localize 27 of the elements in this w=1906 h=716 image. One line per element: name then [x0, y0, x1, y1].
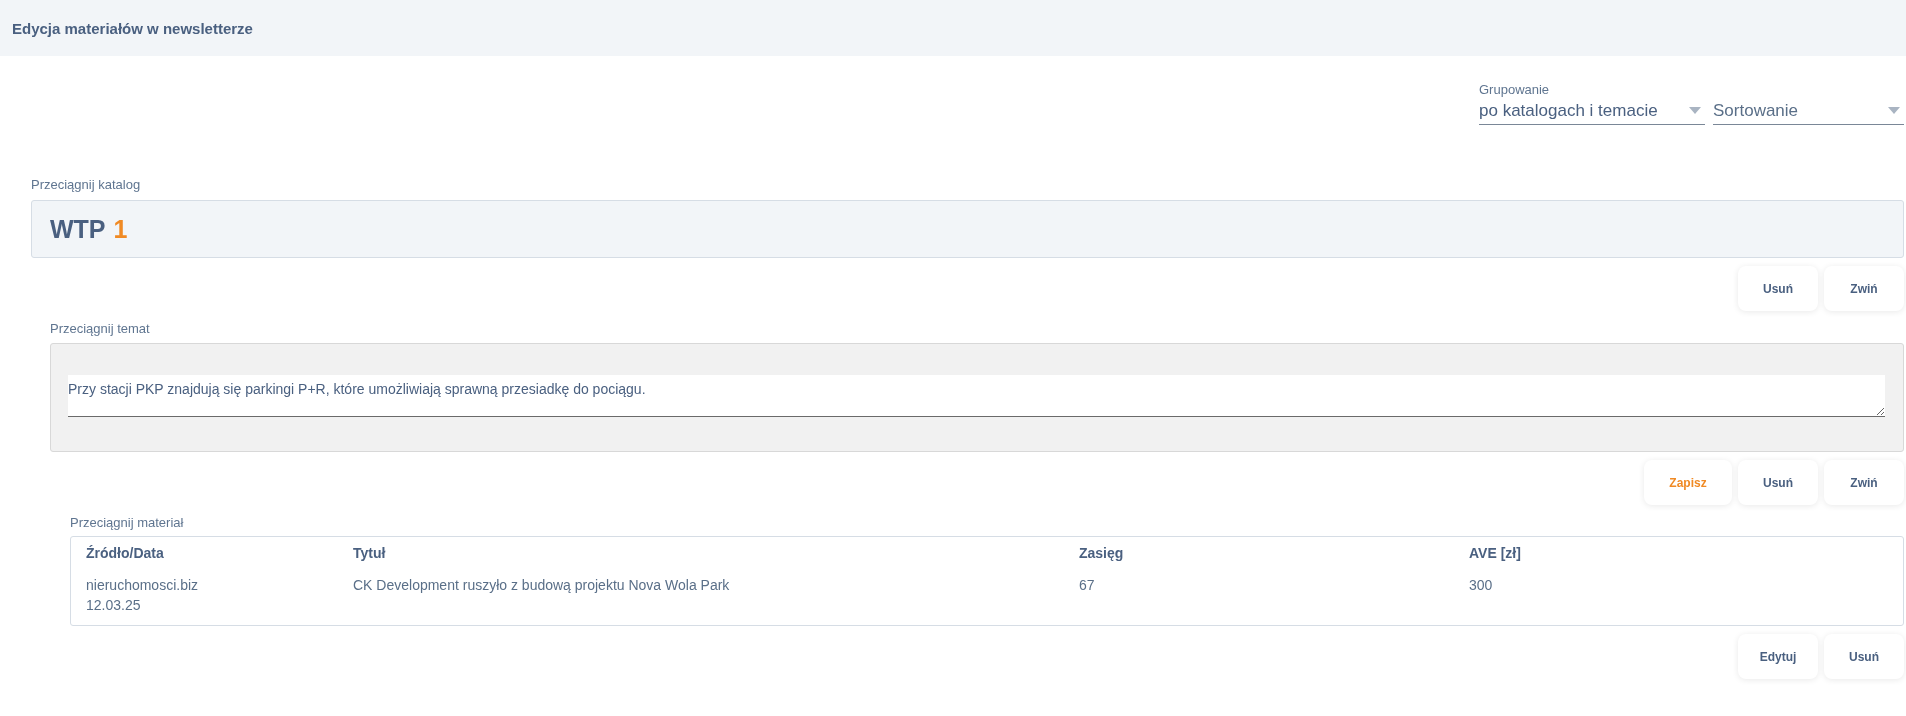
catalog-count: 1 — [113, 214, 128, 244]
grouping-label: Grupowanie — [1479, 82, 1551, 97]
caret-icon — [1888, 107, 1900, 114]
column-header: Źródło/Data — [86, 545, 165, 561]
table-cell-text: nieruchomosci.biz — [86, 576, 200, 595]
action-button[interactable]: Edytuj — [1738, 634, 1818, 679]
sorting-select[interactable]: Sortowanie — [1713, 97, 1904, 125]
grouping-select[interactable]: po katalogach i temacie — [1479, 97, 1705, 125]
column-header: Zasięg — [1079, 545, 1125, 561]
drag-label: Przeciągnij materiał — [70, 515, 185, 530]
action-button[interactable]: Usuń — [1824, 634, 1904, 679]
drag-label: Przeciągnij temat — [50, 321, 151, 336]
table-cell-text: 12.03.25 — [86, 596, 142, 615]
topic-textarea[interactable]: Przy stacji PKP znajdują się parkingi P+R, które umożliwiają sprawną przesiadkę do pociągu. — [68, 375, 1885, 417]
caret-icon — [1689, 107, 1701, 114]
drag-label: Przeciągnij katalog — [31, 177, 142, 192]
catalog-name: WTP — [50, 214, 106, 244]
table-cell-text: 300 — [1469, 576, 1494, 595]
action-button[interactable]: Zwiń — [1824, 460, 1904, 505]
page-title: Edycja materiałów w newsletterze — [12, 19, 253, 37]
action-button[interactable]: Zwiń — [1824, 266, 1904, 311]
table-cell-text: 67 — [1079, 576, 1096, 595]
action-button[interactable]: Usuń — [1738, 460, 1818, 505]
column-header: Tytuł — [353, 545, 387, 561]
column-header: AVE [zł] — [1469, 545, 1522, 561]
action-button[interactable]: Usuń — [1738, 266, 1818, 311]
table-cell-text: CK Development ruszyło z budową projektu Nova Wola Park — [353, 576, 731, 595]
